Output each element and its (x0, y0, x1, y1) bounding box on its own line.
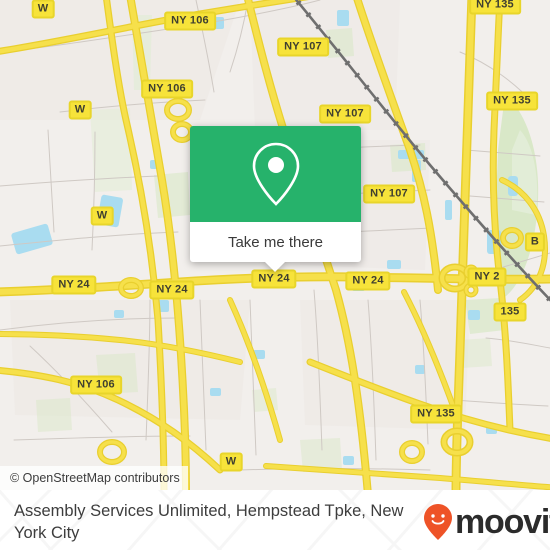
route-shield: NY 107 (363, 184, 415, 204)
take-me-there-label: Take me there (227, 233, 324, 251)
route-shield: B (524, 232, 546, 252)
route-shield: NY 107 (319, 104, 371, 124)
route-shield: W (219, 452, 243, 472)
route-shield: W (31, 0, 55, 19)
popup-pointer-tail (264, 261, 286, 272)
location-popup-card[interactable]: Take me there (190, 126, 361, 272)
moovit-logo[interactable]: moovit (423, 503, 550, 541)
moovit-wordmark: moovit (455, 503, 550, 541)
map-pin-icon (252, 142, 299, 206)
route-shield: NY 24 (251, 269, 297, 289)
route-shield: NY 24 (51, 275, 97, 295)
popup-header (190, 126, 361, 222)
moovit-pin-icon (424, 504, 452, 540)
route-shield: W (68, 100, 92, 120)
route-shield: NY 106 (141, 79, 193, 99)
route-shield: NY 106 (70, 375, 122, 395)
route-shield: NY 24 (345, 271, 391, 291)
route-shield: W (90, 206, 114, 226)
route-shield: 135 (493, 302, 527, 322)
popup-action-row[interactable]: Take me there (190, 222, 361, 262)
route-shield: NY 135 (469, 0, 521, 15)
screenshot-root: .road-case { fill:none; stroke:#e9cf2f; … (0, 0, 550, 550)
route-shield: NY 106 (164, 11, 216, 31)
place-title: Assembly Services Unlimited, Hempstead T… (14, 502, 404, 542)
route-shield: NY 24 (149, 280, 195, 300)
route-shield: NY 107 (277, 37, 329, 57)
route-shield: NY 2 (467, 267, 507, 287)
route-shield: NY 135 (410, 404, 462, 424)
osm-attribution: © OpenStreetMap contributors (0, 466, 188, 490)
route-shield: NY 135 (486, 91, 538, 111)
